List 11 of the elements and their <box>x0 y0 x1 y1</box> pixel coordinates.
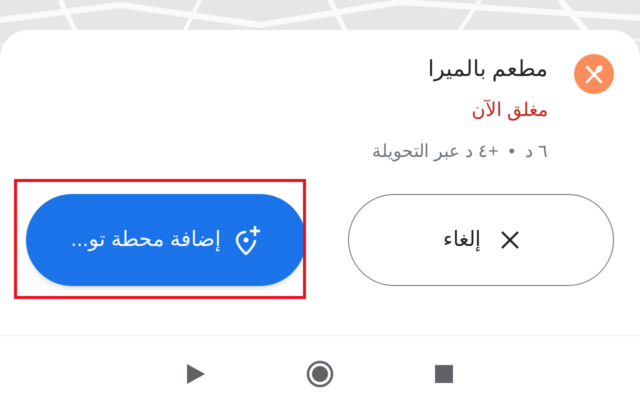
pin-plus-icon <box>235 225 262 255</box>
home-button[interactable] <box>306 360 334 388</box>
recents-button[interactable] <box>434 364 454 384</box>
cancel-button[interactable]: إلغاء <box>348 194 614 286</box>
place-name: مطعم بالميرا <box>426 55 548 84</box>
detour-info: ٦ د • +٤ د عبر التحويلة <box>372 140 548 164</box>
close-icon <box>501 231 519 249</box>
open-status: مغلق الآن <box>470 98 548 123</box>
add-stop-button[interactable]: إضافة محطة تو... <box>26 194 306 286</box>
fork-and-spoon-icon <box>574 54 614 94</box>
back-button[interactable] <box>186 362 206 384</box>
